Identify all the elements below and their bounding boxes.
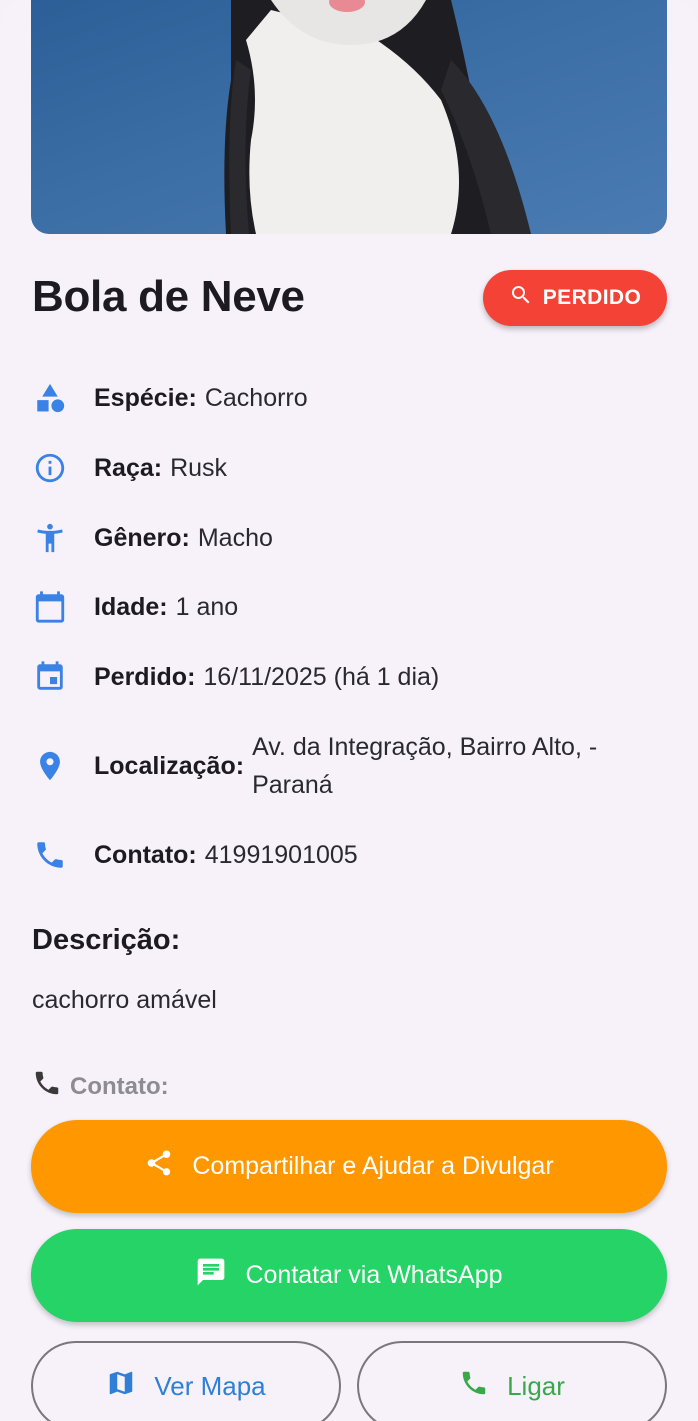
detail-row-gender: Gênero: Macho xyxy=(32,520,273,556)
location-line-2: Paraná xyxy=(252,771,333,799)
detail-row-lost-date: Perdido: 16/11/2025 (há 1 dia) xyxy=(32,659,439,695)
category-icon xyxy=(32,380,68,416)
detail-value: Cachorro xyxy=(204,383,308,412)
share-button-label: Compartilhar e Ajudar a Divulgar xyxy=(192,1152,554,1180)
contact-section-label: Contato: xyxy=(32,1068,169,1105)
detail-value: Macho xyxy=(197,523,273,552)
detail-label: Idade: xyxy=(94,592,168,621)
status-badge[interactable]: PERDIDO xyxy=(483,270,667,326)
description-heading: Descrição: xyxy=(32,924,181,956)
detail-row-species: Espécie: Cachorro xyxy=(32,380,308,416)
pet-detail-sheet: Bola de Neve PERDIDO Espécie: Cachorro R… xyxy=(0,0,698,1421)
call-icon xyxy=(459,1368,489,1405)
status-label: PERDIDO xyxy=(542,286,642,309)
whatsapp-button[interactable]: Contatar via WhatsApp xyxy=(31,1229,667,1322)
location-value: Av. da Integração, Bairro Alto, - Paraná xyxy=(252,728,652,804)
pet-name: Bola de Neve xyxy=(32,272,305,321)
location-pin-icon xyxy=(32,748,68,784)
share-icon xyxy=(144,1148,174,1185)
view-map-label: Ver Mapa xyxy=(154,1370,266,1401)
detail-row-breed: Raça: Rusk xyxy=(32,450,227,486)
telephone-icon xyxy=(32,1068,62,1105)
contact-section-text: Contato: xyxy=(70,1072,169,1100)
detail-value: 41991901005 xyxy=(204,840,358,869)
message-icon xyxy=(195,1256,227,1295)
call-button[interactable]: Ligar xyxy=(357,1341,667,1421)
info-icon xyxy=(32,450,68,486)
call-label: Ligar xyxy=(507,1370,565,1401)
whatsapp-button-label: Contatar via WhatsApp xyxy=(245,1261,503,1289)
detail-value: 1 ano xyxy=(175,592,239,621)
map-icon xyxy=(106,1368,136,1405)
detail-row-contact: Contato: 41991901005 xyxy=(32,837,358,873)
calendar-icon xyxy=(32,589,68,625)
phone-icon xyxy=(32,837,68,873)
detail-label: Espécie: xyxy=(94,383,197,412)
detail-label: Contato: xyxy=(94,840,197,869)
detail-row-location: Localização: Av. da Integração, Bairro A… xyxy=(32,728,652,804)
description-text: cachorro amável xyxy=(32,986,217,1014)
person-icon xyxy=(32,520,68,556)
search-icon xyxy=(509,283,533,313)
detail-value: 16/11/2025 (há 1 dia) xyxy=(203,662,440,691)
detail-label: Perdido: xyxy=(94,662,196,691)
detail-label: Gênero: xyxy=(94,523,190,552)
detail-label: Localização: xyxy=(94,751,245,780)
pet-photo xyxy=(31,0,667,234)
view-map-button[interactable]: Ver Mapa xyxy=(31,1341,341,1421)
share-button[interactable]: Compartilhar e Ajudar a Divulgar xyxy=(31,1120,667,1213)
detail-row-age: Idade: 1 ano xyxy=(32,589,238,625)
location-line-1: Av. da Integração, Bairro Alto, - xyxy=(252,733,598,761)
detail-label: Raça: xyxy=(94,453,163,482)
detail-value: Rusk xyxy=(170,453,228,482)
event-icon xyxy=(32,659,68,695)
